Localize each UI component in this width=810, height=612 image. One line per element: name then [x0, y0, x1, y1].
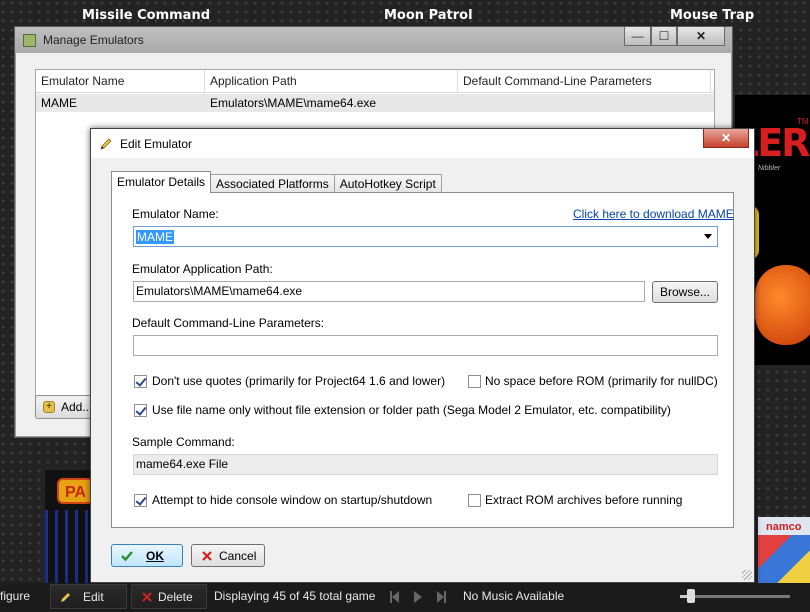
emulator-name-value: MAME: [136, 230, 174, 244]
filename-only-label[interactable]: Use file name only without file extensio…: [152, 403, 671, 417]
bottom-toolbar: figure Edit Delete Displaying 45 of 45 t…: [0, 583, 810, 612]
delete-button[interactable]: Delete: [131, 584, 207, 609]
chevron-down-icon[interactable]: [704, 234, 712, 239]
edit-emulator-titlebar[interactable]: Edit Emulator ✕: [91, 129, 754, 158]
cell-emulator-name: MAME: [41, 96, 77, 110]
checkmark-icon: [121, 551, 133, 562]
ok-button-label: OK: [146, 549, 164, 563]
column-header-command-line[interactable]: Default Command-Line Parameters: [458, 70, 711, 92]
art-tm-text: TM: [797, 117, 809, 126]
download-mame-link[interactable]: Click here to download MAME: [573, 207, 734, 221]
column-header-emulator-name[interactable]: Emulator Name: [36, 70, 205, 92]
edit-button[interactable]: Edit: [50, 584, 127, 609]
cancel-x-icon: [202, 551, 212, 561]
column-header-application-path[interactable]: Application Path: [205, 70, 458, 92]
delete-button-label: Delete: [158, 590, 193, 604]
window-title: Manage Emulators: [43, 33, 144, 47]
play-icon[interactable]: [414, 591, 422, 603]
extract-rom-label[interactable]: Extract ROM archives before running: [485, 493, 682, 507]
emulator-details-panel: Emulator Name: Click here to download MA…: [111, 192, 734, 528]
browse-button[interactable]: Browse...: [652, 281, 718, 303]
filename-only-checkbox[interactable]: [134, 404, 147, 417]
hide-console-checkbox[interactable]: [134, 494, 147, 507]
art-nibbler-text: Nibbler: [758, 165, 781, 172]
cancel-button[interactable]: Cancel: [191, 544, 265, 567]
pencil-icon: [61, 593, 70, 602]
add-button-label: Add...: [61, 400, 93, 414]
dialog-close-button[interactable]: ✕: [703, 129, 749, 148]
extract-rom-checkbox[interactable]: [468, 494, 481, 507]
tab-autohotkey-script[interactable]: AutoHotkey Script: [333, 174, 442, 193]
no-quotes-checkbox[interactable]: [134, 375, 147, 388]
tab-strip: Emulator Details Associated Platforms Au…: [111, 171, 442, 193]
no-quotes-label[interactable]: Don't use quotes (primarily for Project6…: [152, 374, 445, 388]
app-window-icon: [23, 34, 36, 47]
status-text: Displaying 45 of 45 total game: [214, 589, 376, 603]
close-icon: ✕: [720, 131, 732, 145]
cell-command-line: [458, 94, 711, 112]
app-path-input[interactable]: Emulators\MAME\mame64.exe: [133, 281, 645, 302]
resize-grip[interactable]: [742, 570, 752, 580]
delete-x-icon: [142, 592, 152, 602]
minimize-icon: —: [631, 29, 644, 43]
art-decoration: [755, 265, 810, 345]
game-title-missile-command[interactable]: Missile Command: [82, 8, 210, 23]
no-space-checkbox[interactable]: [468, 375, 481, 388]
game-title-moon-patrol[interactable]: Moon Patrol: [384, 8, 473, 23]
add-icon: +: [43, 401, 55, 413]
no-space-label[interactable]: No space before ROM (primarily for nullD…: [485, 374, 718, 388]
sample-command-label: Sample Command:: [132, 435, 235, 449]
maximize-icon: ☐: [658, 29, 670, 43]
list-header: Emulator Name Application Path Default C…: [36, 70, 714, 93]
dialog-title: Edit Emulator: [120, 137, 193, 151]
tab-emulator-details[interactable]: Emulator Details: [111, 171, 212, 193]
params-input[interactable]: [133, 335, 718, 356]
params-label: Default Command-Line Parameters:: [132, 316, 325, 330]
music-status-text: No Music Available: [463, 589, 565, 603]
previous-track-bar: [390, 591, 392, 603]
next-track-icon[interactable]: [437, 591, 444, 603]
next-track-bar: [444, 591, 446, 603]
app-path-label: Emulator Application Path:: [132, 262, 273, 276]
manage-emulators-titlebar[interactable]: Manage Emulators — ☐ ✕: [15, 27, 732, 53]
minimize-button[interactable]: —: [624, 27, 651, 46]
close-button[interactable]: ✕: [677, 27, 725, 46]
table-row[interactable]: MAME Emulators\MAME\mame64.exe: [36, 94, 714, 112]
cell-application-path: Emulators\MAME\mame64.exe: [210, 96, 377, 110]
close-icon: ✕: [695, 29, 707, 43]
edit-button-label: Edit: [83, 590, 104, 604]
volume-slider-track[interactable]: [680, 595, 790, 598]
previous-track-icon[interactable]: [392, 591, 399, 603]
sample-command-value: mame64.exe File: [133, 454, 718, 475]
emulator-name-combobox[interactable]: MAME: [133, 226, 718, 247]
configure-button[interactable]: figure: [0, 583, 30, 610]
art-namco-text: namco: [766, 521, 802, 533]
hide-console-label[interactable]: Attempt to hide console window on startu…: [152, 493, 432, 507]
game-title-mouse-trap[interactable]: Mouse Trap: [670, 8, 754, 23]
ok-button[interactable]: OK: [111, 544, 183, 567]
volume-slider-thumb[interactable]: [687, 589, 695, 603]
cancel-button-label: Cancel: [219, 549, 257, 563]
game-box-art-pacman[interactable]: PA: [45, 470, 95, 585]
maximize-button[interactable]: ☐: [651, 27, 677, 46]
edit-emulator-dialog: Edit Emulator ✕ Emulator Details Associa…: [90, 128, 755, 583]
art-decoration: [45, 510, 95, 585]
pencil-icon: [100, 138, 112, 150]
emulator-name-label: Emulator Name:: [132, 207, 219, 221]
tab-associated-platforms[interactable]: Associated Platforms: [210, 174, 335, 193]
